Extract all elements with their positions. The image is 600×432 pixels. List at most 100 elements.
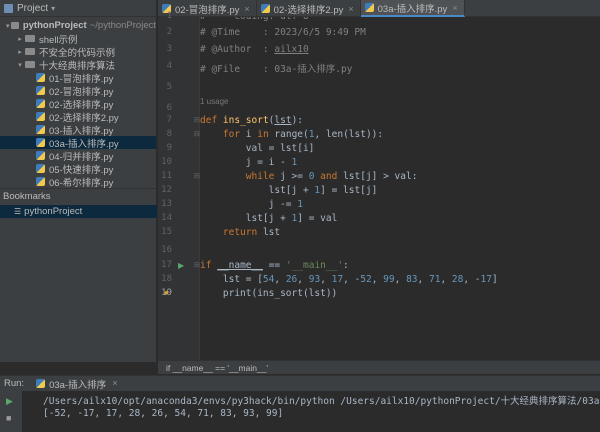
run-console[interactable]: /Users/ailx10/opt/anaconda3/envs/py3hack… [22,391,600,432]
python-file-icon [260,4,270,13]
breadcrumb-text: if __name__ == '__main__' [166,362,269,373]
bookmarks-title: Bookmarks [3,191,51,202]
close-icon[interactable]: × [348,4,353,14]
code-line: for i in range(1, len(lst)): [222,129,384,140]
python-file-icon [36,86,45,95]
tree-file[interactable]: 03a-插入排序.py [0,136,156,149]
close-icon[interactable]: × [244,4,249,14]
close-icon[interactable]: × [452,3,457,13]
chevron-down-icon[interactable]: ▾ [4,22,11,30]
close-icon[interactable]: × [112,378,118,389]
tree-file[interactable]: 05-快速排序.py [0,162,156,175]
bookmark-item-label: pythonProject [24,206,83,217]
line-number: 10 [161,157,172,167]
tree-file[interactable]: 03-插入排序.py [0,123,156,136]
tree-item-label: 02-选择排序.py [49,99,114,111]
list-icon: ☰ [14,207,22,216]
usage-hint[interactable]: 1 usage [200,97,228,106]
tab-label: 03a-插入排序.py [377,3,448,15]
project-panel-title: Project [17,2,49,14]
python-file-icon [36,164,45,173]
bookmark-item[interactable]: ☰ pythonProject [0,205,157,218]
python-file-icon [36,138,45,147]
line-number: 17 [161,260,172,270]
tree-item-label: 十大经典排序算法 [39,60,116,72]
editor-gutter: 1 2 3 4 5 6 7 8 9 10 11 12 13 14 15 16 17 18 19 ▶ ● ⊟ ⊟ ⊟ ⊟ [158,11,200,360]
lightbulb-icon[interactable]: ● [164,288,169,297]
tree-item-label: 04-归并排序.py [49,151,114,163]
code-line: if __name__ == '__main__': [200,260,349,271]
python-file-icon [36,99,45,108]
tree-file[interactable]: 04-归并排序.py [0,149,156,162]
python-file-icon [36,379,46,388]
tab-label: 02-冒泡排序.py [175,4,240,16]
bookmarks-header[interactable]: Bookmarks [0,188,157,204]
chevron-right-icon[interactable]: ▸ [15,48,25,56]
chevron-down-icon[interactable]: ▾ [51,4,55,13]
stop-icon[interactable]: ■ [6,413,11,423]
tree-file[interactable]: 02-冒泡排序.py [0,84,156,97]
code-line: # @Time : 2023/6/5 9:49 PM [200,27,366,38]
chevron-right-icon[interactable]: ▸ [15,35,25,43]
python-file-icon [36,177,45,186]
line-number: 5 [166,82,172,92]
editor-tab[interactable]: 03a-插入排序.py × [360,0,465,17]
line-number: 14 [161,213,172,223]
folder-icon [25,35,35,42]
folder-icon [25,61,35,68]
tree-item-label: pythonProject [22,20,87,31]
editor-tab[interactable]: 02-冒泡排序.py × [158,0,257,17]
line-number: 8 [166,129,172,139]
tree-folder[interactable]: ▸ shell示例 [0,32,156,46]
line-number: 1 [166,11,172,21]
tree-folder[interactable]: ▾ 十大经典排序算法 [0,58,156,72]
chevron-down-icon[interactable]: ▾ [15,61,25,69]
folder-icon [11,22,19,29]
line-number: 12 [161,185,172,195]
run-icon[interactable]: ▶ [178,261,184,270]
project-panel-header[interactable]: Project ▾ [0,0,156,17]
code-line: val = lst[i] [200,143,315,154]
line-number: 7 [166,115,172,125]
python-file-icon [36,151,45,160]
code-line: def ins_sort(lst): [200,115,304,126]
project-icon [4,3,13,13]
tree-folder[interactable]: ▾ pythonProject ~/pythonProject [0,19,156,32]
line-number: 4 [166,61,172,71]
code-line: lst[j + 1] = val [200,213,338,224]
tree-item-label: 02-选择排序2.py [49,112,119,124]
code-line: # -*- coding: utf-8 -*- [200,17,332,22]
rerun-icon[interactable]: ▶ [6,396,13,407]
run-tab[interactable]: 03a-插入排序 [49,377,106,391]
fold-icon[interactable]: ⊟ [194,261,200,269]
editor-tab[interactable]: 02-选择排序2.py × [257,0,361,17]
folder-icon [25,48,35,55]
tree-file[interactable]: 02-选择排序2.py [0,110,156,123]
python-file-icon [36,125,45,134]
code-line: # @Author : ailx10 [200,44,309,55]
tree-file[interactable]: 06-希尔排序.py [0,175,156,188]
breadcrumb[interactable]: if __name__ == '__main__' [158,360,600,374]
tree-item-label: 不安全的代码示例 [39,47,116,59]
project-tree: ▾ pythonProject ~/pythonProject ▸ shell示例 ▸ 不安… [0,17,156,188]
tree-file[interactable]: 02-选择排序.py [0,97,156,110]
console-output: [-52, -17, 17, 28, 26, 54, 71, 83, 93, 9… [43,408,284,419]
project-path: ~/pythonProject [89,20,156,31]
tree-file[interactable]: 01-冒泡排序.py [0,71,156,84]
tree-item-label: 05-快速排序.py [49,164,114,176]
tree-item-label: 01-冒泡排序.py [49,73,114,85]
line-number: 11 [161,171,172,181]
code-line: j = i - 1 [200,157,298,168]
tree-item-label: 06-希尔排序.py [49,177,114,189]
tree-folder[interactable]: ▸ 不安全的代码示例 [0,45,156,59]
line-number: 9 [166,143,172,153]
tab-label: 02-选择排序2.py [273,4,344,16]
fold-icon[interactable]: ⊟ [194,172,200,180]
line-number: 16 [161,245,172,255]
fold-icon[interactable]: ⊟ [194,116,200,124]
code-line: lst[j + 1] = lst[j] [200,185,378,196]
fold-icon[interactable]: ⊟ [194,130,200,138]
console-command: /Users/ailx10/opt/anaconda3/envs/py3hack… [43,396,600,407]
code-editor[interactable]: # -*- coding: utf-8 -*- # @Time : 2023/6/… [200,17,600,360]
code-line: # @File : 03a-插入排序.py [200,64,353,75]
